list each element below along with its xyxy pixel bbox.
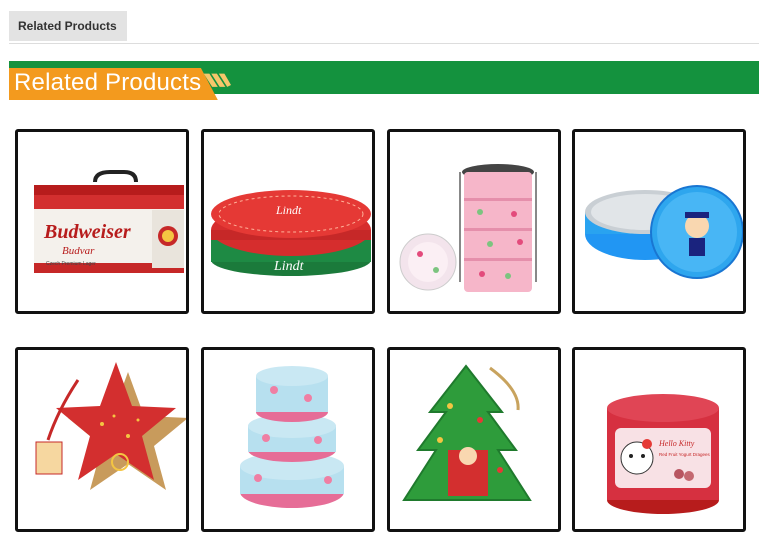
hello-kitty-tin-image: Hello Kitty Red Fruit Yogurt Dragees (607, 394, 719, 514)
star-tin-image (35, 362, 186, 490)
budweiser-brand-text: Budweiser (43, 221, 131, 243)
blue-cookie-tin-image (585, 185, 743, 279)
lindt-lid-text: Lindt (275, 203, 302, 217)
xmas-tree-tin-image (402, 364, 532, 501)
lindt-tin-image: Lindt Lindt (211, 190, 371, 276)
tab-divider (9, 43, 759, 44)
product-card-lindt[interactable]: Lindt Lindt (201, 129, 375, 314)
product-card-blue-cookie[interactable] (572, 129, 746, 314)
section-title: Related Products (14, 69, 202, 96)
budweiser-lunchbox-image: Budweiser Budvar Czech Premium Lager (34, 170, 184, 273)
hello-kitty-sub-text: Red Fruit Yogurt Dragees (659, 452, 711, 457)
tab-label: Related Products (18, 19, 117, 33)
lager-text: Czech Premium Lager (46, 261, 96, 267)
product-card-xmas-tree[interactable] (387, 347, 561, 532)
budvar-text: Budvar (62, 245, 95, 257)
floral-tins-image (240, 366, 344, 508)
lindt-brand-text: Lindt (273, 259, 305, 274)
product-card-star[interactable] (15, 347, 189, 532)
product-card-stack-carrier[interactable] (387, 129, 561, 314)
section-banner: Related Products (9, 61, 759, 101)
hello-kitty-brand-text: Hello Kitty (658, 439, 695, 448)
tab-related-products[interactable]: Related Products (9, 11, 127, 41)
stack-carrier-image (399, 164, 537, 292)
product-card-budweiser[interactable]: Budweiser Budvar Czech Premium Lager (15, 129, 189, 314)
product-card-hello-kitty[interactable]: Hello Kitty Red Fruit Yogurt Dragees (572, 347, 746, 532)
product-card-floral[interactable] (201, 347, 375, 532)
